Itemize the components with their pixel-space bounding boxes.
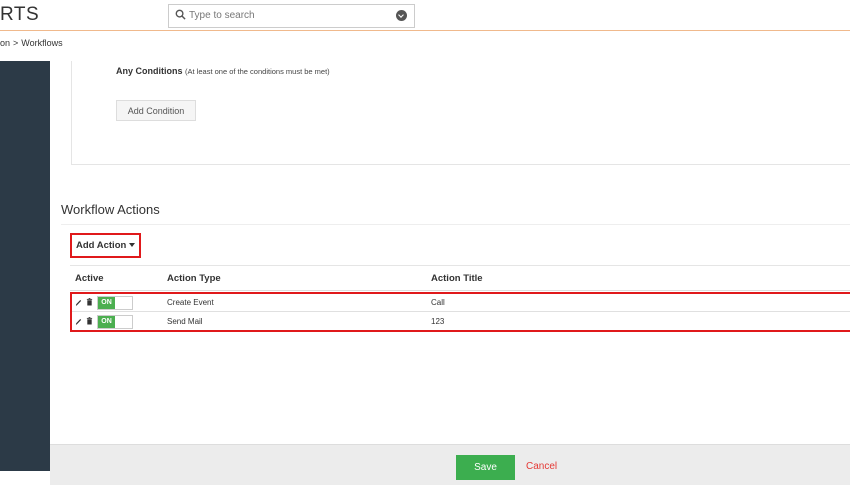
add-action-label: Add Action <box>76 240 127 251</box>
search-box[interactable]: Type to search <box>168 4 415 28</box>
any-conditions-note: (At least one of the conditions must be … <box>185 67 330 76</box>
column-header-action-title: Action Title <box>431 273 483 284</box>
divider <box>61 224 850 225</box>
breadcrumb: on > Workflows <box>0 38 66 54</box>
trash-icon[interactable] <box>86 298 93 306</box>
pencil-icon[interactable] <box>75 317 82 326</box>
trash-icon[interactable] <box>86 317 93 325</box>
action-title-cell: 123 <box>431 317 445 326</box>
any-conditions-heading: Any Conditions (At least one of the cond… <box>116 66 330 76</box>
caret-down-icon <box>129 243 136 248</box>
cancel-button[interactable]: Cancel <box>526 461 557 472</box>
form-footer: Save Cancel <box>50 444 850 485</box>
pencil-icon[interactable] <box>75 298 82 307</box>
action-type-cell: Create Event <box>167 298 214 307</box>
column-header-action-type: Action Type <box>167 273 221 284</box>
search-icon <box>175 9 186 20</box>
breadcrumb-parent[interactable]: on <box>0 38 10 48</box>
section-title-workflow-actions: Workflow Actions <box>61 202 160 217</box>
toggle-on-label: ON <box>98 297 115 309</box>
chevron-down-icon[interactable] <box>396 10 407 21</box>
action-type-cell: Send Mail <box>167 317 203 326</box>
add-action-highlight: Add Action <box>70 233 141 258</box>
action-title-cell: Call <box>431 298 445 307</box>
table-row: ON Send Mail 123 <box>72 313 850 331</box>
app-logo[interactable]: RTS <box>0 4 39 26</box>
top-bar: RTS Type to search <box>0 0 850 31</box>
breadcrumb-current: Workflows <box>21 38 63 48</box>
save-button[interactable]: Save <box>456 455 515 480</box>
table-row: ON Create Event Call <box>72 294 850 312</box>
toggle-on-label: ON <box>98 316 115 328</box>
actions-table-highlight: ON Create Event Call ON Send Mail 123 <box>70 292 850 332</box>
conditions-panel: Any Conditions (At least one of the cond… <box>71 61 850 165</box>
active-toggle[interactable]: ON <box>97 315 133 329</box>
breadcrumb-separator: > <box>13 38 19 48</box>
active-toggle[interactable]: ON <box>97 296 133 310</box>
add-action-button[interactable]: Add Action <box>76 240 136 251</box>
divider <box>70 265 850 266</box>
column-header-active: Active <box>75 273 104 284</box>
add-condition-button[interactable]: Add Condition <box>116 100 196 121</box>
divider <box>70 290 850 291</box>
any-conditions-title: Any Conditions <box>116 66 183 76</box>
sidebar <box>0 61 50 471</box>
search-input[interactable]: Type to search <box>189 10 255 21</box>
